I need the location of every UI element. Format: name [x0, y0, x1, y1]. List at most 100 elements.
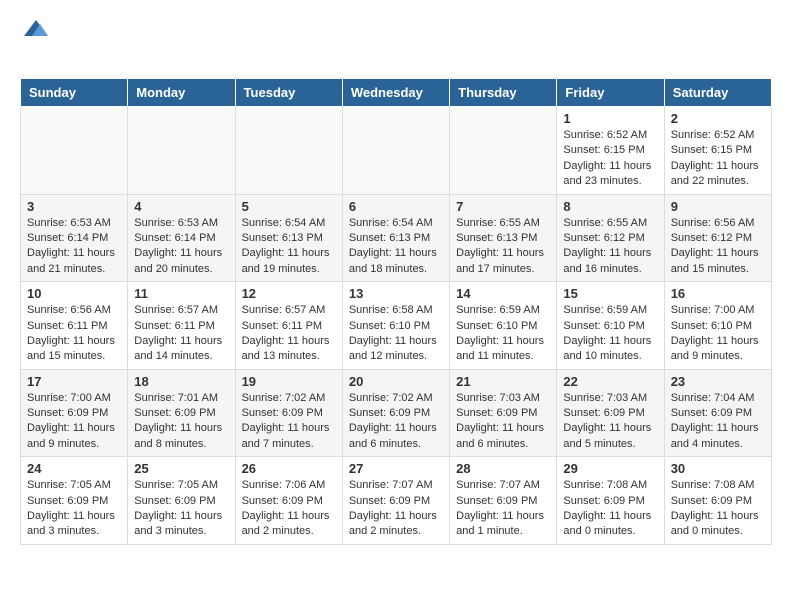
cell-sun-info: Sunrise: 7:04 AMSunset: 6:09 PMDaylight:…	[671, 391, 765, 453]
cell-sun-info: Sunrise: 6:59 AMSunset: 6:10 PMDaylight:…	[456, 303, 550, 365]
cell-sun-info: Sunrise: 7:00 AMSunset: 6:09 PMDaylight:…	[27, 391, 121, 453]
calendar-cell: 4Sunrise: 6:53 AMSunset: 6:14 PMDaylight…	[128, 194, 235, 282]
calendar-cell: 24 Sunrise: 7:05 AMSunset: 6:09 PMDayligh…	[21, 457, 128, 545]
day-number: 18	[134, 374, 228, 389]
calendar-cell: 2 Sunrise: 6:52 AMSunset: 6:15 PMDaylight…	[664, 107, 771, 195]
calendar-cell: 29Sunrise: 7:08 AMSunset: 6:09 PMDayligh…	[557, 457, 664, 545]
logo	[20, 16, 50, 70]
cell-sun-info: Sunrise: 6:53 AMSunset: 6:14 PMDaylight:…	[27, 216, 121, 278]
cell-sun-info: Sunrise: 7:07 AMSunset: 6:09 PMDaylight:…	[349, 478, 443, 540]
cell-sun-info: Sunrise: 7:06 AMSunset: 6:09 PMDaylight:…	[242, 478, 336, 540]
day-number: 21	[456, 374, 550, 389]
calendar-cell	[450, 107, 557, 195]
cell-sun-info: Sunrise: 7:02 AMSunset: 6:09 PMDaylight:…	[349, 391, 443, 453]
cell-sun-info: Sunrise: 6:54 AMSunset: 6:13 PMDaylight:…	[349, 216, 443, 278]
cell-sun-info: Sunrise: 6:57 AMSunset: 6:11 PMDaylight:…	[134, 303, 228, 365]
day-number: 9	[671, 199, 765, 214]
calendar-cell: 7 Sunrise: 6:55 AMSunset: 6:13 PMDaylight…	[450, 194, 557, 282]
day-number: 19	[242, 374, 336, 389]
calendar-cell: 15 Sunrise: 6:59 AMSunset: 6:10 PMDayligh…	[557, 282, 664, 370]
cell-sun-info: Sunrise: 7:02 AMSunset: 6:09 PMDaylight:…	[242, 391, 336, 453]
cell-sun-info: Sunrise: 6:55 AMSunset: 6:13 PMDaylight:…	[456, 216, 550, 278]
calendar-cell	[342, 107, 449, 195]
cell-sun-info: Sunrise: 7:08 AMSunset: 6:09 PMDaylight:…	[671, 478, 765, 540]
day-number: 30	[671, 461, 765, 476]
day-number: 17	[27, 374, 121, 389]
day-number: 23	[671, 374, 765, 389]
day-header-monday: Monday	[128, 79, 235, 107]
day-header-thursday: Thursday	[450, 79, 557, 107]
day-number: 15	[563, 286, 657, 301]
day-number: 4	[134, 199, 228, 214]
day-number: 7	[456, 199, 550, 214]
cell-sun-info: Sunrise: 7:05 AMSunset: 6:09 PMDaylight:…	[27, 478, 121, 540]
cell-sun-info: Sunrise: 6:57 AMSunset: 6:11 PMDaylight:…	[242, 303, 336, 365]
calendar-cell: 6 Sunrise: 6:54 AMSunset: 6:13 PMDaylight…	[342, 194, 449, 282]
calendar-cell: 8 Sunrise: 6:55 AMSunset: 6:12 PMDaylight…	[557, 194, 664, 282]
logo-icon	[22, 16, 50, 44]
calendar-cell	[128, 107, 235, 195]
cell-sun-info: Sunrise: 6:54 AMSunset: 6:13 PMDaylight:…	[242, 216, 336, 278]
cell-sun-info: Sunrise: 7:01 AMSunset: 6:09 PMDaylight:…	[134, 391, 228, 453]
day-number: 13	[349, 286, 443, 301]
calendar-cell: 18 Sunrise: 7:01 AMSunset: 6:09 PMDayligh…	[128, 369, 235, 457]
cell-sun-info: Sunrise: 7:03 AMSunset: 6:09 PMDaylight:…	[563, 391, 657, 453]
calendar-cell: 30 Sunrise: 7:08 AMSunset: 6:09 PMDayligh…	[664, 457, 771, 545]
calendar-week-2: 3Sunrise: 6:53 AMSunset: 6:14 PMDaylight…	[21, 194, 772, 282]
day-number: 24	[27, 461, 121, 476]
calendar-cell	[21, 107, 128, 195]
cell-sun-info: Sunrise: 6:55 AMSunset: 6:12 PMDaylight:…	[563, 216, 657, 278]
day-number: 2	[671, 111, 765, 126]
day-header-wednesday: Wednesday	[342, 79, 449, 107]
calendar-week-3: 10 Sunrise: 6:56 AMSunset: 6:11 PMDayligh…	[21, 282, 772, 370]
cell-sun-info: Sunrise: 7:03 AMSunset: 6:09 PMDaylight:…	[456, 391, 550, 453]
calendar-cell: 16 Sunrise: 7:00 AMSunset: 6:10 PMDayligh…	[664, 282, 771, 370]
calendar-week-5: 24 Sunrise: 7:05 AMSunset: 6:09 PMDayligh…	[21, 457, 772, 545]
cell-sun-info: Sunrise: 7:00 AMSunset: 6:10 PMDaylight:…	[671, 303, 765, 365]
calendar-cell: 11Sunrise: 6:57 AMSunset: 6:11 PMDayligh…	[128, 282, 235, 370]
calendar-cell: 17 Sunrise: 7:00 AMSunset: 6:09 PMDayligh…	[21, 369, 128, 457]
cell-sun-info: Sunrise: 6:52 AMSunset: 6:15 PMDaylight:…	[671, 128, 765, 190]
calendar-cell: 9 Sunrise: 6:56 AMSunset: 6:12 PMDaylight…	[664, 194, 771, 282]
day-number: 20	[349, 374, 443, 389]
calendar-cell: 20 Sunrise: 7:02 AMSunset: 6:09 PMDayligh…	[342, 369, 449, 457]
calendar-cell: 12 Sunrise: 6:57 AMSunset: 6:11 PMDayligh…	[235, 282, 342, 370]
calendar-cell: 26 Sunrise: 7:06 AMSunset: 6:09 PMDayligh…	[235, 457, 342, 545]
day-number: 8	[563, 199, 657, 214]
calendar-cell: 22 Sunrise: 7:03 AMSunset: 6:09 PMDayligh…	[557, 369, 664, 457]
day-header-tuesday: Tuesday	[235, 79, 342, 107]
day-number: 12	[242, 286, 336, 301]
calendar-cell: 5 Sunrise: 6:54 AMSunset: 6:13 PMDaylight…	[235, 194, 342, 282]
cell-sun-info: Sunrise: 7:05 AMSunset: 6:09 PMDaylight:…	[134, 478, 228, 540]
day-header-saturday: Saturday	[664, 79, 771, 107]
day-number: 16	[671, 286, 765, 301]
day-number: 6	[349, 199, 443, 214]
day-number: 1	[563, 111, 657, 126]
page-header	[0, 0, 792, 78]
day-number: 28	[456, 461, 550, 476]
day-number: 10	[27, 286, 121, 301]
cell-sun-info: Sunrise: 6:59 AMSunset: 6:10 PMDaylight:…	[563, 303, 657, 365]
day-number: 27	[349, 461, 443, 476]
cell-sun-info: Sunrise: 6:58 AMSunset: 6:10 PMDaylight:…	[349, 303, 443, 365]
calendar-cell: 10 Sunrise: 6:56 AMSunset: 6:11 PMDayligh…	[21, 282, 128, 370]
cell-sun-info: Sunrise: 6:56 AMSunset: 6:11 PMDaylight:…	[27, 303, 121, 365]
day-number: 25	[134, 461, 228, 476]
day-header-sunday: Sunday	[21, 79, 128, 107]
cell-sun-info: Sunrise: 6:52 AMSunset: 6:15 PMDaylight:…	[563, 128, 657, 190]
day-number: 22	[563, 374, 657, 389]
day-number: 14	[456, 286, 550, 301]
calendar-week-1: 1 Sunrise: 6:52 AMSunset: 6:15 PMDaylight…	[21, 107, 772, 195]
calendar-week-4: 17 Sunrise: 7:00 AMSunset: 6:09 PMDayligh…	[21, 369, 772, 457]
day-header-friday: Friday	[557, 79, 664, 107]
day-number: 29	[563, 461, 657, 476]
calendar-cell: 13 Sunrise: 6:58 AMSunset: 6:10 PMDayligh…	[342, 282, 449, 370]
calendar-cell: 27 Sunrise: 7:07 AMSunset: 6:09 PMDayligh…	[342, 457, 449, 545]
calendar-cell: 19 Sunrise: 7:02 AMSunset: 6:09 PMDayligh…	[235, 369, 342, 457]
day-number: 26	[242, 461, 336, 476]
cell-sun-info: Sunrise: 6:56 AMSunset: 6:12 PMDaylight:…	[671, 216, 765, 278]
calendar-cell: 14 Sunrise: 6:59 AMSunset: 6:10 PMDayligh…	[450, 282, 557, 370]
cell-sun-info: Sunrise: 7:07 AMSunset: 6:09 PMDaylight:…	[456, 478, 550, 540]
day-number: 5	[242, 199, 336, 214]
calendar-cell: 28 Sunrise: 7:07 AMSunset: 6:09 PMDayligh…	[450, 457, 557, 545]
